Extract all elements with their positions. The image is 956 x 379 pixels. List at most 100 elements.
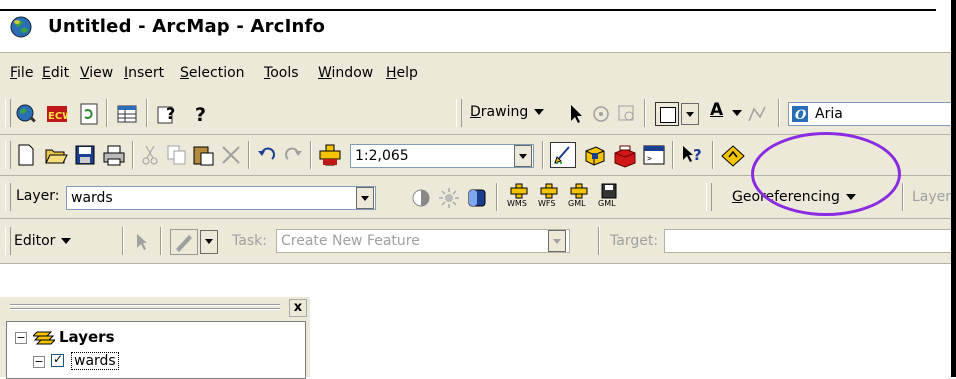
edit-tool-arrow-icon[interactable]: [134, 232, 150, 252]
layers-stack-icon: [33, 331, 55, 345]
layer-visibility-checkbox[interactable]: [51, 352, 64, 367]
separator: [902, 183, 904, 211]
font-name-value: Aria: [815, 106, 843, 122]
svg-text:ECW: ECW: [48, 111, 68, 122]
toolbar-grip[interactable]: [5, 227, 11, 255]
separator: [712, 141, 714, 169]
layer-select[interactable]: wards: [66, 186, 376, 210]
print-icon[interactable]: [102, 144, 126, 166]
rectangle-dropdown-button[interactable]: [681, 103, 699, 125]
ecw-icon[interactable]: ECW: [46, 103, 68, 125]
menu-edit[interactable]: Edit: [42, 65, 69, 81]
contrast-icon[interactable]: [410, 187, 432, 209]
layer-dropdown-button[interactable]: [356, 187, 374, 209]
separator: [132, 141, 134, 169]
toolbar-grip[interactable]: [456, 99, 462, 127]
menu-selection[interactable]: Selection: [180, 65, 245, 81]
gml-save-icon[interactable]: GML: [596, 182, 622, 212]
svg-text:?: ?: [195, 104, 206, 125]
toolbar-grip[interactable]: [706, 183, 712, 211]
red-toolbox-icon[interactable]: [612, 143, 638, 169]
menu-file[interactable]: File: [10, 65, 33, 81]
svg-text:?: ?: [166, 104, 175, 123]
close-icon[interactable]: x: [289, 299, 307, 317]
select-elements-arrow-icon[interactable]: [568, 103, 586, 125]
layers-root-label[interactable]: Layers: [59, 328, 115, 346]
menu-bar: File Edit View Insert Selection Tools Wi…: [0, 52, 956, 94]
editor-menu[interactable]: Editor: [14, 233, 72, 249]
separator: [644, 99, 646, 127]
collapse-layer-toggle[interactable]: −: [33, 356, 45, 368]
toolbar-grip[interactable]: [5, 183, 11, 211]
font-name-field[interactable]: O Aria: [788, 102, 956, 126]
cut-icon[interactable]: [140, 144, 160, 166]
undo-icon[interactable]: [256, 145, 278, 165]
map-scale-input[interactable]: 1:2,065: [350, 144, 534, 168]
toolbar-grip[interactable]: [5, 99, 11, 127]
map-scale-value: 1:2,065: [355, 148, 409, 164]
sketch-tool-dropdown[interactable]: [200, 230, 218, 254]
task-dropdown-button[interactable]: [548, 230, 566, 252]
wfs-label: WFS: [538, 199, 556, 208]
text-tool-icon[interactable]: A: [710, 100, 723, 120]
chevron-down-icon[interactable]: [732, 110, 742, 116]
menu-view[interactable]: View: [80, 65, 113, 81]
wfs-icon[interactable]: WFS: [536, 182, 562, 212]
brightness-icon[interactable]: [438, 187, 460, 209]
menu-tools[interactable]: Tools: [264, 65, 299, 81]
task-select[interactable]: Create New Feature: [276, 229, 570, 253]
copy-icon[interactable]: [166, 144, 188, 166]
help-question-icon[interactable]: ?: [192, 103, 210, 125]
context-help-icon[interactable]: ?: [156, 103, 180, 125]
separator: [496, 183, 498, 211]
drawing-menu[interactable]: Drawing: [470, 104, 545, 120]
title-bar: Untitled - ArcMap - ArcInfo: [0, 11, 956, 43]
menu-window[interactable]: Window: [318, 65, 373, 81]
globe-search-icon[interactable]: [14, 102, 38, 126]
georef-layer-label: Layer: [912, 189, 952, 205]
gml-add-icon[interactable]: GML: [566, 182, 592, 212]
chevron-down-icon: [61, 238, 72, 244]
command-line-window-icon[interactable]: >: [642, 144, 666, 166]
separator: [598, 227, 600, 255]
rectangle-tool-button[interactable]: [655, 102, 679, 126]
editor-toolbar-button[interactable]: [550, 142, 576, 168]
save-icon[interactable]: [74, 144, 96, 166]
separator: [310, 141, 312, 169]
transparency-icon[interactable]: [466, 187, 488, 209]
new-curve-icon[interactable]: [746, 103, 768, 125]
delete-icon[interactable]: [220, 144, 242, 166]
add-data-icon[interactable]: [318, 143, 342, 167]
map-scale-dropdown[interactable]: [514, 145, 532, 167]
wms-icon[interactable]: WMS: [506, 182, 532, 212]
attribute-table-icon[interactable]: [116, 103, 138, 125]
separator: [106, 99, 108, 127]
sketch-tool-button[interactable]: [170, 229, 198, 255]
svg-text:O: O: [795, 108, 807, 122]
open-folder-icon[interactable]: [44, 144, 68, 166]
arctoolbox-icon[interactable]: [582, 143, 608, 169]
whats-this-help-icon[interactable]: ?: [680, 144, 706, 166]
toolbar-grip[interactable]: [5, 141, 11, 169]
zoom-whole-page-icon[interactable]: [616, 103, 638, 125]
target-select[interactable]: [664, 229, 956, 253]
rotate-icon[interactable]: [590, 103, 612, 125]
menu-insert[interactable]: Insert: [124, 65, 164, 81]
redo-icon[interactable]: [282, 145, 304, 165]
separator: [122, 227, 124, 255]
separator: [248, 141, 250, 169]
tracking-analyst-icon[interactable]: [720, 144, 746, 168]
task-label: Task:: [232, 233, 267, 249]
paste-icon[interactable]: [192, 144, 216, 166]
window-title: Untitled - ArcMap - ArcInfo: [48, 16, 326, 37]
layer-item-wards[interactable]: wards: [71, 352, 119, 370]
new-document-icon[interactable]: [16, 144, 36, 166]
menu-help[interactable]: Help: [386, 65, 418, 81]
collapse-layers-toggle[interactable]: −: [15, 332, 27, 344]
separator: [160, 227, 162, 255]
highlight-circle: [751, 132, 901, 216]
toc-grip[interactable]: [10, 304, 280, 306]
refresh-document-icon[interactable]: [78, 103, 100, 125]
toc-grip[interactable]: [10, 308, 280, 310]
wms-label: WMS: [507, 199, 527, 208]
